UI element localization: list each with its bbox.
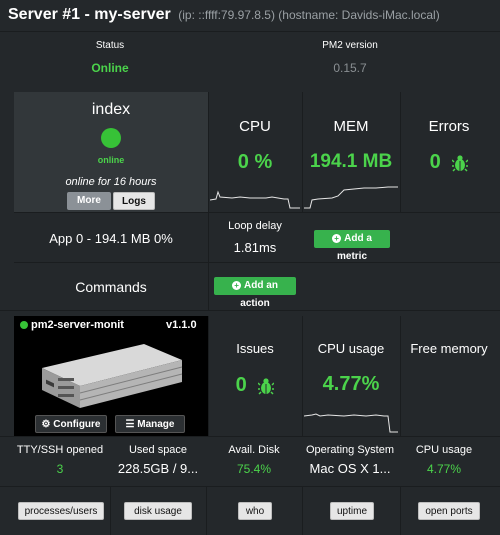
action-processes-users-button[interactable]: processes/users bbox=[18, 502, 104, 520]
module-status-dot bbox=[20, 321, 28, 329]
manage-label: Manage bbox=[137, 419, 175, 430]
loop-delay-label: Loop delay bbox=[228, 220, 282, 232]
status-summary: Status Online bbox=[0, 40, 220, 75]
add-metric-label: Add a metric bbox=[336, 233, 372, 262]
stat-value: 4.77% bbox=[426, 462, 462, 476]
cpu-label: CPU bbox=[239, 118, 271, 135]
issues-label: Issues bbox=[236, 341, 274, 356]
stat-tty: TTY/SSH opened 3 bbox=[10, 444, 110, 476]
cpu-usage-sparkline bbox=[304, 404, 398, 434]
server-title: Server #1 - my-server bbox=[8, 6, 171, 23]
stat-os: Operating System Mac OS X 1... bbox=[302, 444, 398, 476]
issues-value: 0 bbox=[235, 374, 247, 396]
plus-icon: + bbox=[232, 281, 242, 290]
stat-avail-disk: Avail. Disk 75.4% bbox=[206, 444, 302, 476]
mem-sparkline bbox=[304, 180, 398, 210]
bug-icon bbox=[452, 154, 469, 172]
add-action-label: Add an action bbox=[240, 280, 278, 309]
process-uptime: online for 16 hours bbox=[65, 176, 157, 188]
loop-delay-value: 1.81ms bbox=[233, 240, 277, 255]
server-rack-image bbox=[34, 338, 184, 410]
plus-icon: + bbox=[332, 234, 342, 243]
module-version: v1.1.0 bbox=[166, 319, 197, 331]
more-button[interactable]: More bbox=[67, 192, 111, 210]
status-value: Online bbox=[91, 61, 129, 75]
stat-cpu-usage: CPU usage 4.77% bbox=[398, 444, 490, 476]
errors-label: Errors bbox=[428, 118, 470, 135]
action-uptime-button[interactable]: uptime bbox=[330, 502, 374, 520]
gear-icon: ⚙ bbox=[41, 419, 51, 430]
mem-label: MEM bbox=[333, 118, 369, 135]
add-metric-button[interactable]: + Add a metric bbox=[314, 230, 390, 262]
stat-label: Used space bbox=[128, 444, 188, 456]
cpu-sparkline bbox=[210, 180, 300, 210]
process-name: index bbox=[91, 101, 131, 118]
pm2-version-summary: PM2 version 0.15.7 bbox=[250, 40, 450, 75]
stat-value: Mac OS X 1... bbox=[309, 461, 391, 476]
stat-label: Operating System bbox=[305, 444, 395, 456]
stats-row: TTY/SSH opened 3 Used space 228.5GB / 9.… bbox=[10, 444, 490, 484]
mem-value: 194.1 MB bbox=[309, 151, 393, 172]
stat-value: 75.4% bbox=[236, 462, 272, 476]
errors-value: 0 bbox=[429, 151, 441, 173]
add-action-button[interactable]: + Add an action bbox=[214, 277, 296, 309]
logs-button[interactable]: Logs bbox=[113, 192, 155, 210]
app-memory-line: App 0 - 194.1 MB 0% bbox=[49, 231, 173, 246]
commands-label: Commands bbox=[75, 279, 147, 295]
server-meta: (ip: ::ffff:79.97.8.5) (hostname: Davids… bbox=[178, 8, 440, 22]
stat-value: 228.5GB / 9... bbox=[117, 461, 199, 476]
issues-value-group: 0 bbox=[208, 374, 302, 397]
action-disk-usage-button[interactable]: disk usage bbox=[124, 502, 192, 520]
status-label: Status bbox=[95, 40, 125, 51]
cpu-usage-label: CPU usage bbox=[317, 341, 385, 356]
pm2-version-value: 0.15.7 bbox=[333, 61, 367, 75]
stat-label: Avail. Disk bbox=[228, 444, 280, 456]
configure-label: Configure bbox=[53, 419, 101, 430]
module-name: pm2-server-monit bbox=[31, 319, 124, 331]
action-who-button[interactable]: who bbox=[238, 502, 272, 520]
list-icon: ☰ bbox=[125, 419, 135, 430]
stat-used-space: Used space 228.5GB / 9... bbox=[110, 444, 206, 476]
pm2-version-label: PM2 version bbox=[322, 40, 378, 51]
stat-label: TTY/SSH opened bbox=[16, 444, 104, 456]
errors-value-group: 0 bbox=[400, 151, 498, 174]
process-state: online bbox=[97, 155, 125, 165]
stat-label: CPU usage bbox=[415, 444, 473, 456]
action-open-ports-button[interactable]: open ports bbox=[418, 502, 480, 520]
cpu-value: 0 % bbox=[237, 151, 273, 173]
free-memory-label: Free memory bbox=[410, 341, 488, 356]
configure-button[interactable]: ⚙ Configure bbox=[35, 415, 107, 433]
stat-value: 3 bbox=[56, 462, 64, 476]
process-status-dot bbox=[101, 128, 121, 148]
server-header: Server #1 - my-server (ip: ::ffff:79.97.… bbox=[8, 6, 498, 28]
manage-button[interactable]: ☰ Manage bbox=[115, 415, 185, 433]
bug-icon bbox=[258, 377, 275, 395]
cpu-usage-value: 4.77% bbox=[322, 373, 380, 395]
